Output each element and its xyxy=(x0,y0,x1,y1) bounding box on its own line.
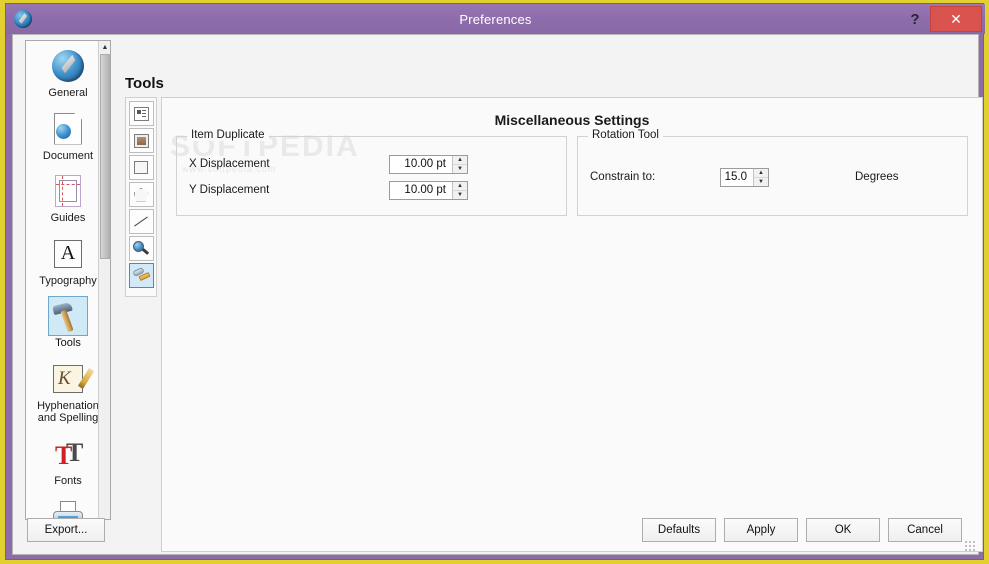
constrain-to-spinbox[interactable]: 15.0 ▲ ▼ xyxy=(720,167,769,187)
sidebar-icon-wrap xyxy=(48,46,88,86)
preferences-sidebar[interactable]: General Document Guides A Typography Too… xyxy=(25,40,111,520)
rectangle-shape-icon xyxy=(134,161,148,174)
constrain-to-label: Constrain to: xyxy=(590,171,656,183)
polygon-icon xyxy=(133,187,149,202)
stepper-up-icon[interactable]: ▲ xyxy=(754,169,768,178)
shape-tool-button[interactable] xyxy=(128,155,154,180)
panel-heading: Miscellaneous Settings xyxy=(494,112,650,128)
x-displacement-stepper[interactable]: ▲ ▼ xyxy=(452,155,467,173)
sidebar-item-label: General xyxy=(48,87,88,99)
y-displacement-spinbox[interactable]: 10.00 pt ▲ ▼ xyxy=(389,180,468,200)
help-button[interactable]: ? xyxy=(900,4,930,34)
page-title: Tools xyxy=(125,75,164,92)
letter-a-icon: A xyxy=(54,239,82,268)
x-displacement-row: X Displacement 10.00 pt ▲ ▼ xyxy=(189,151,566,177)
stepper-down-icon[interactable]: ▼ xyxy=(453,191,467,199)
sidebar-item-label: Guides xyxy=(50,212,86,224)
dialog-button-bar: Export... Defaults Apply OK Cancel xyxy=(13,518,978,548)
hammer-icon xyxy=(52,301,84,333)
titlebar-buttons: ? ✕ xyxy=(900,4,985,34)
sidebar-item-label: Hyphenation and Spelling xyxy=(37,399,99,425)
y-displacement-stepper[interactable]: ▲ ▼ xyxy=(452,181,467,199)
sidebar-scrollbar-thumb[interactable] xyxy=(100,54,110,259)
y-displacement-value[interactable]: 10.00 pt xyxy=(390,181,452,199)
close-button[interactable]: ✕ xyxy=(930,6,982,32)
stepper-down-icon[interactable]: ▼ xyxy=(754,178,768,186)
rotation-tool-group: Rotation Tool Constrain to: 15.0 ▲ ▼ Deg… xyxy=(577,129,968,216)
title-bar[interactable]: Preferences ? ✕ xyxy=(6,4,985,34)
sidebar-icon-wrap xyxy=(48,109,88,149)
sidebar-scrollbar[interactable]: ▲ xyxy=(98,41,110,519)
cancel-button[interactable]: Cancel xyxy=(888,518,962,542)
zoom-tool-button[interactable] xyxy=(128,236,154,261)
image-frame-icon xyxy=(133,133,149,148)
sidebar-icon-wrap xyxy=(48,296,88,336)
sidebar-icon-wrap: A xyxy=(48,234,88,274)
constrain-to-stepper[interactable]: ▲ ▼ xyxy=(753,168,768,186)
degrees-label: Degrees xyxy=(855,171,899,183)
rotation-tool-group-title: Rotation Tool xyxy=(588,129,663,141)
line-icon xyxy=(133,215,149,229)
scroll-up-arrow-icon[interactable]: ▲ xyxy=(99,41,110,53)
sidebar-item-label: Tools xyxy=(55,337,81,349)
globe-pen-icon xyxy=(52,50,84,82)
sidebar-icon-wrap xyxy=(48,496,88,519)
stepper-down-icon[interactable]: ▼ xyxy=(453,165,467,173)
constrain-to-row: Constrain to: 15.0 ▲ ▼ Degrees xyxy=(590,164,967,190)
fonts-letters-icon: TT xyxy=(55,437,84,470)
constrain-to-value[interactable]: 15.0 xyxy=(721,168,753,186)
image-frame-tool-button[interactable] xyxy=(128,128,154,153)
polygon-tool-button[interactable] xyxy=(128,182,154,207)
sidebar-item-label: Typography xyxy=(39,274,97,287)
app-globe-icon xyxy=(14,10,32,28)
x-displacement-label: X Displacement xyxy=(189,158,270,170)
misc-tool-button[interactable] xyxy=(128,263,154,288)
settings-groups-row: Item Duplicate X Displacement 10.00 pt ▲… xyxy=(176,129,968,216)
defaults-button[interactable]: Defaults xyxy=(642,518,716,542)
window-title: Preferences xyxy=(459,11,532,27)
y-displacement-row: Y Displacement 10.00 pt ▲ ▼ xyxy=(189,177,566,203)
text-frame-tool-button[interactable] xyxy=(128,101,154,126)
resize-grip[interactable] xyxy=(964,540,976,552)
sidebar-item-label: Fonts xyxy=(54,474,82,487)
main-settings-panel: SOFTPEDIA www.softpedia.com Miscellaneou… xyxy=(161,97,983,552)
x-displacement-spinbox[interactable]: 10.00 pt ▲ ▼ xyxy=(389,154,468,174)
dialog-body: General Document Guides A Typography Too… xyxy=(12,34,983,555)
sidebar-icon-wrap xyxy=(48,171,88,211)
sidebar-item-label: Document xyxy=(42,149,94,162)
tool-strip[interactable] xyxy=(125,97,157,297)
magnifier-icon xyxy=(133,240,150,257)
stepper-up-icon[interactable]: ▲ xyxy=(453,182,467,191)
document-globe-icon xyxy=(54,112,82,145)
y-displacement-label: Y Displacement xyxy=(189,184,270,196)
apply-button[interactable]: Apply xyxy=(724,518,798,542)
line-tool-button[interactable] xyxy=(128,209,154,234)
guides-page-icon xyxy=(55,175,81,207)
sidebar-icon-wrap: TT xyxy=(48,434,88,474)
x-displacement-value[interactable]: 10.00 pt xyxy=(390,155,452,173)
stepper-up-icon[interactable]: ▲ xyxy=(453,156,467,165)
ok-button[interactable]: OK xyxy=(806,518,880,542)
text-frame-icon xyxy=(133,106,149,121)
item-duplicate-group: Item Duplicate X Displacement 10.00 pt ▲… xyxy=(176,129,567,216)
item-duplicate-group-title: Item Duplicate xyxy=(187,129,269,141)
export-button[interactable]: Export... xyxy=(27,518,105,542)
pen-k-icon xyxy=(53,364,95,393)
preferences-window: Preferences ? ✕ General Document Guides … xyxy=(5,3,985,560)
sidebar-icon-wrap xyxy=(48,359,95,399)
dialog-action-buttons: Defaults Apply OK Cancel xyxy=(642,518,962,542)
wrench-screwdriver-icon xyxy=(131,266,151,284)
